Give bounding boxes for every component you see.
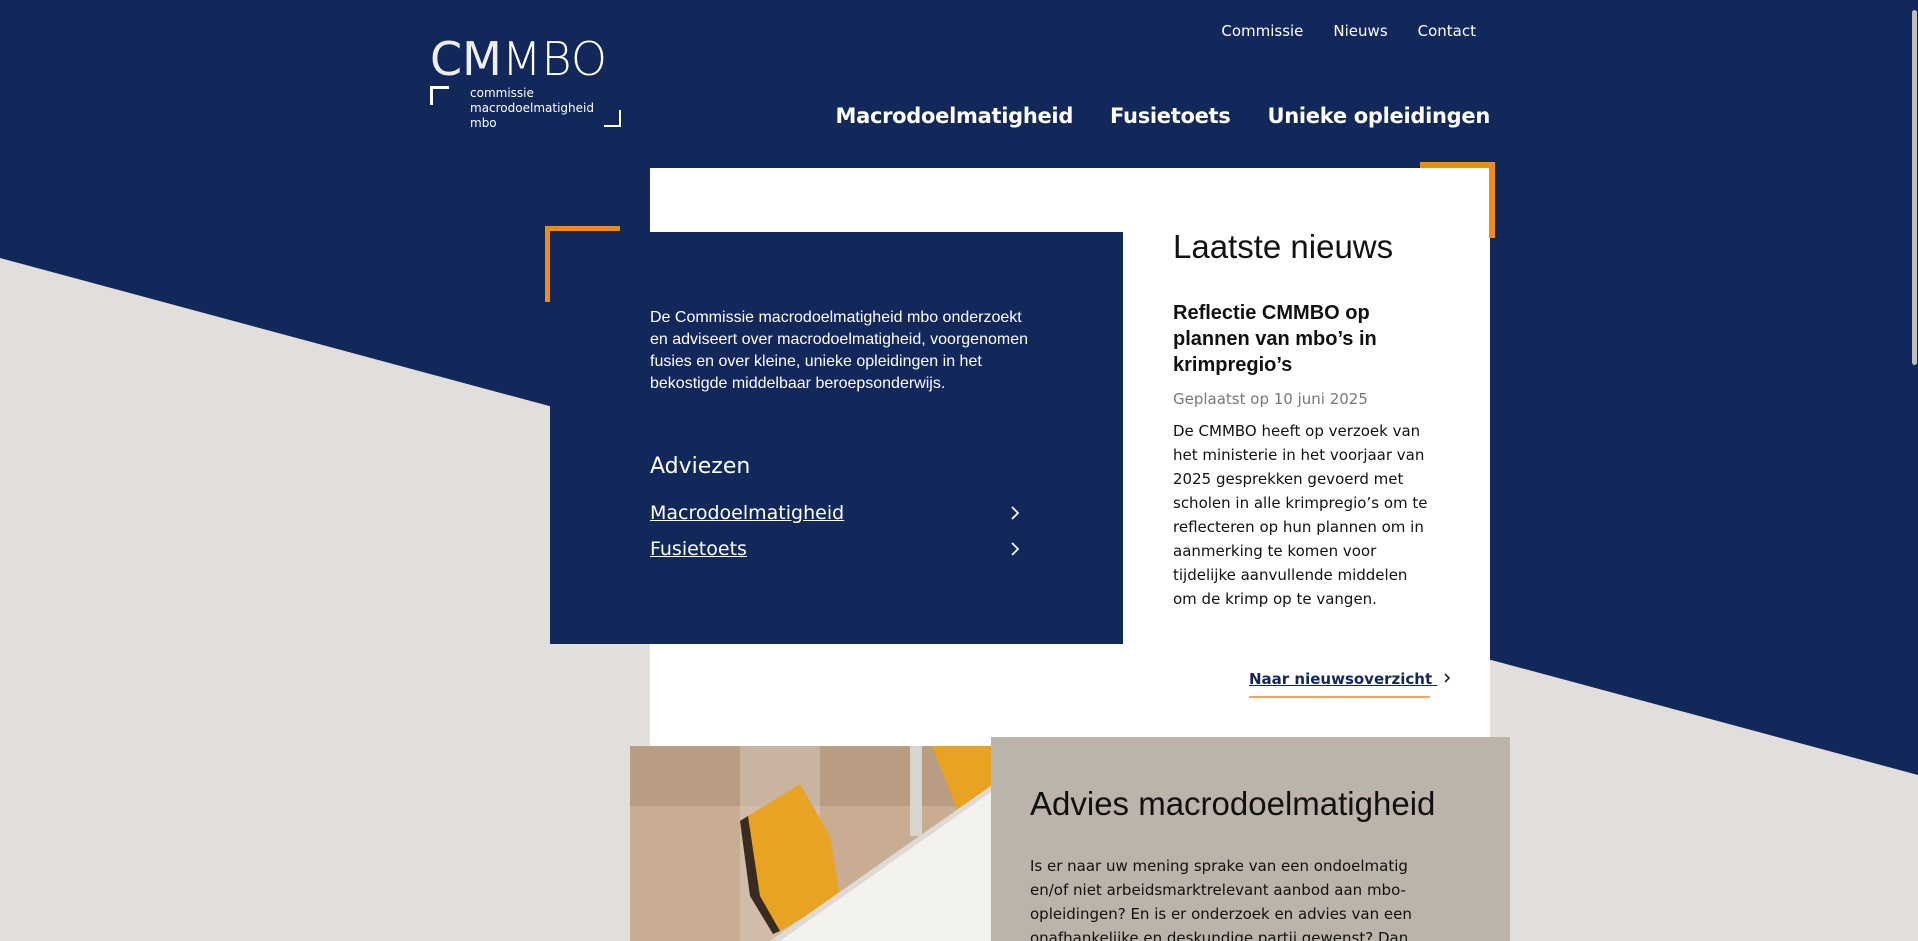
top-nav-nieuws[interactable]: Nieuws — [1333, 22, 1387, 40]
logo-corner-bottom-right — [604, 110, 621, 127]
main-nav-fusietoets[interactable]: Fusietoets — [1110, 104, 1231, 128]
orange-corner-accent-top-right — [1420, 162, 1495, 238]
main-nav-unieke-opleidingen[interactable]: Unieke opleidingen — [1267, 104, 1490, 128]
meeting-room-photo — [630, 746, 991, 941]
main-navigation: Macrodoelmatigheid Fusietoets Unieke opl… — [836, 104, 1491, 128]
news-headline[interactable]: Reflectie CMMBO op plannen van mbo’s in … — [1173, 300, 1433, 378]
logo-wordmark-left: CM — [430, 32, 502, 86]
adviezen-heading: Adviezen — [650, 454, 751, 479]
logo-wordmark: CMMBO — [430, 36, 622, 82]
intro-panel: De Commissie macrodoelmatigheid mbo onde… — [550, 232, 1123, 644]
news-date: Geplaatst op 10 juni 2025 — [1173, 390, 1368, 408]
top-navigation: Commissie Nieuws Contact — [1221, 22, 1476, 40]
news-body: De CMMBO heeft op verzoek van het minist… — [1173, 422, 1428, 608]
advies-macrodoelmatigheid-panel: Advies macrodoelmatigheid Is er naar uw … — [991, 737, 1510, 941]
logo-subtitle-line: commissie — [470, 86, 534, 100]
logo-corner-top-left — [430, 86, 449, 105]
main-nav-macrodoelmatigheid[interactable]: Macrodoelmatigheid — [836, 104, 1074, 128]
logo-subtitle: commissie macrodoelmatigheid mbo — [470, 86, 594, 131]
chevron-right-icon — [1011, 506, 1020, 520]
adviezen-link-label: Fusietoets — [650, 538, 747, 560]
latest-news: Laatste nieuws Reflectie CMMBO op planne… — [1173, 228, 1433, 611]
page-scrollbar[interactable] — [1910, 0, 1918, 941]
logo-wordmark-right: MBO — [501, 32, 608, 86]
news-overview-label: Naar nieuwsoverzicht — [1249, 670, 1433, 688]
chevron-right-icon — [1011, 542, 1020, 556]
chevron-right-icon — [1444, 673, 1451, 683]
adviezen-link-macrodoelmatigheid[interactable]: Macrodoelmatigheid — [650, 502, 1020, 524]
top-nav-contact[interactable]: Contact — [1418, 22, 1476, 40]
news-overview-link[interactable]: Naar nieuwsoverzicht — [1249, 670, 1451, 698]
intro-text: De Commissie macrodoelmatigheid mbo onde… — [650, 309, 1028, 392]
top-nav-commissie[interactable]: Commissie — [1221, 22, 1303, 40]
advies-panel-body: Is er naar uw mening sprake van een ondo… — [1030, 857, 1412, 941]
adviezen-link-label: Macrodoelmatigheid — [650, 502, 845, 524]
advies-panel-title: Advies macrodoelmatigheid — [1030, 785, 1436, 822]
news-section-title: Laatste nieuws — [1173, 228, 1394, 265]
logo-subtitle-line: macrodoelmatigheid — [470, 101, 594, 115]
adviezen-link-fusietoets[interactable]: Fusietoets — [650, 538, 1020, 560]
cmmbo-logo[interactable]: CMMBO commissie macrodoelmatigheid mbo — [430, 36, 622, 130]
logo-subtitle-line: mbo — [470, 116, 497, 130]
scrollbar-thumb[interactable] — [1912, 10, 1917, 365]
